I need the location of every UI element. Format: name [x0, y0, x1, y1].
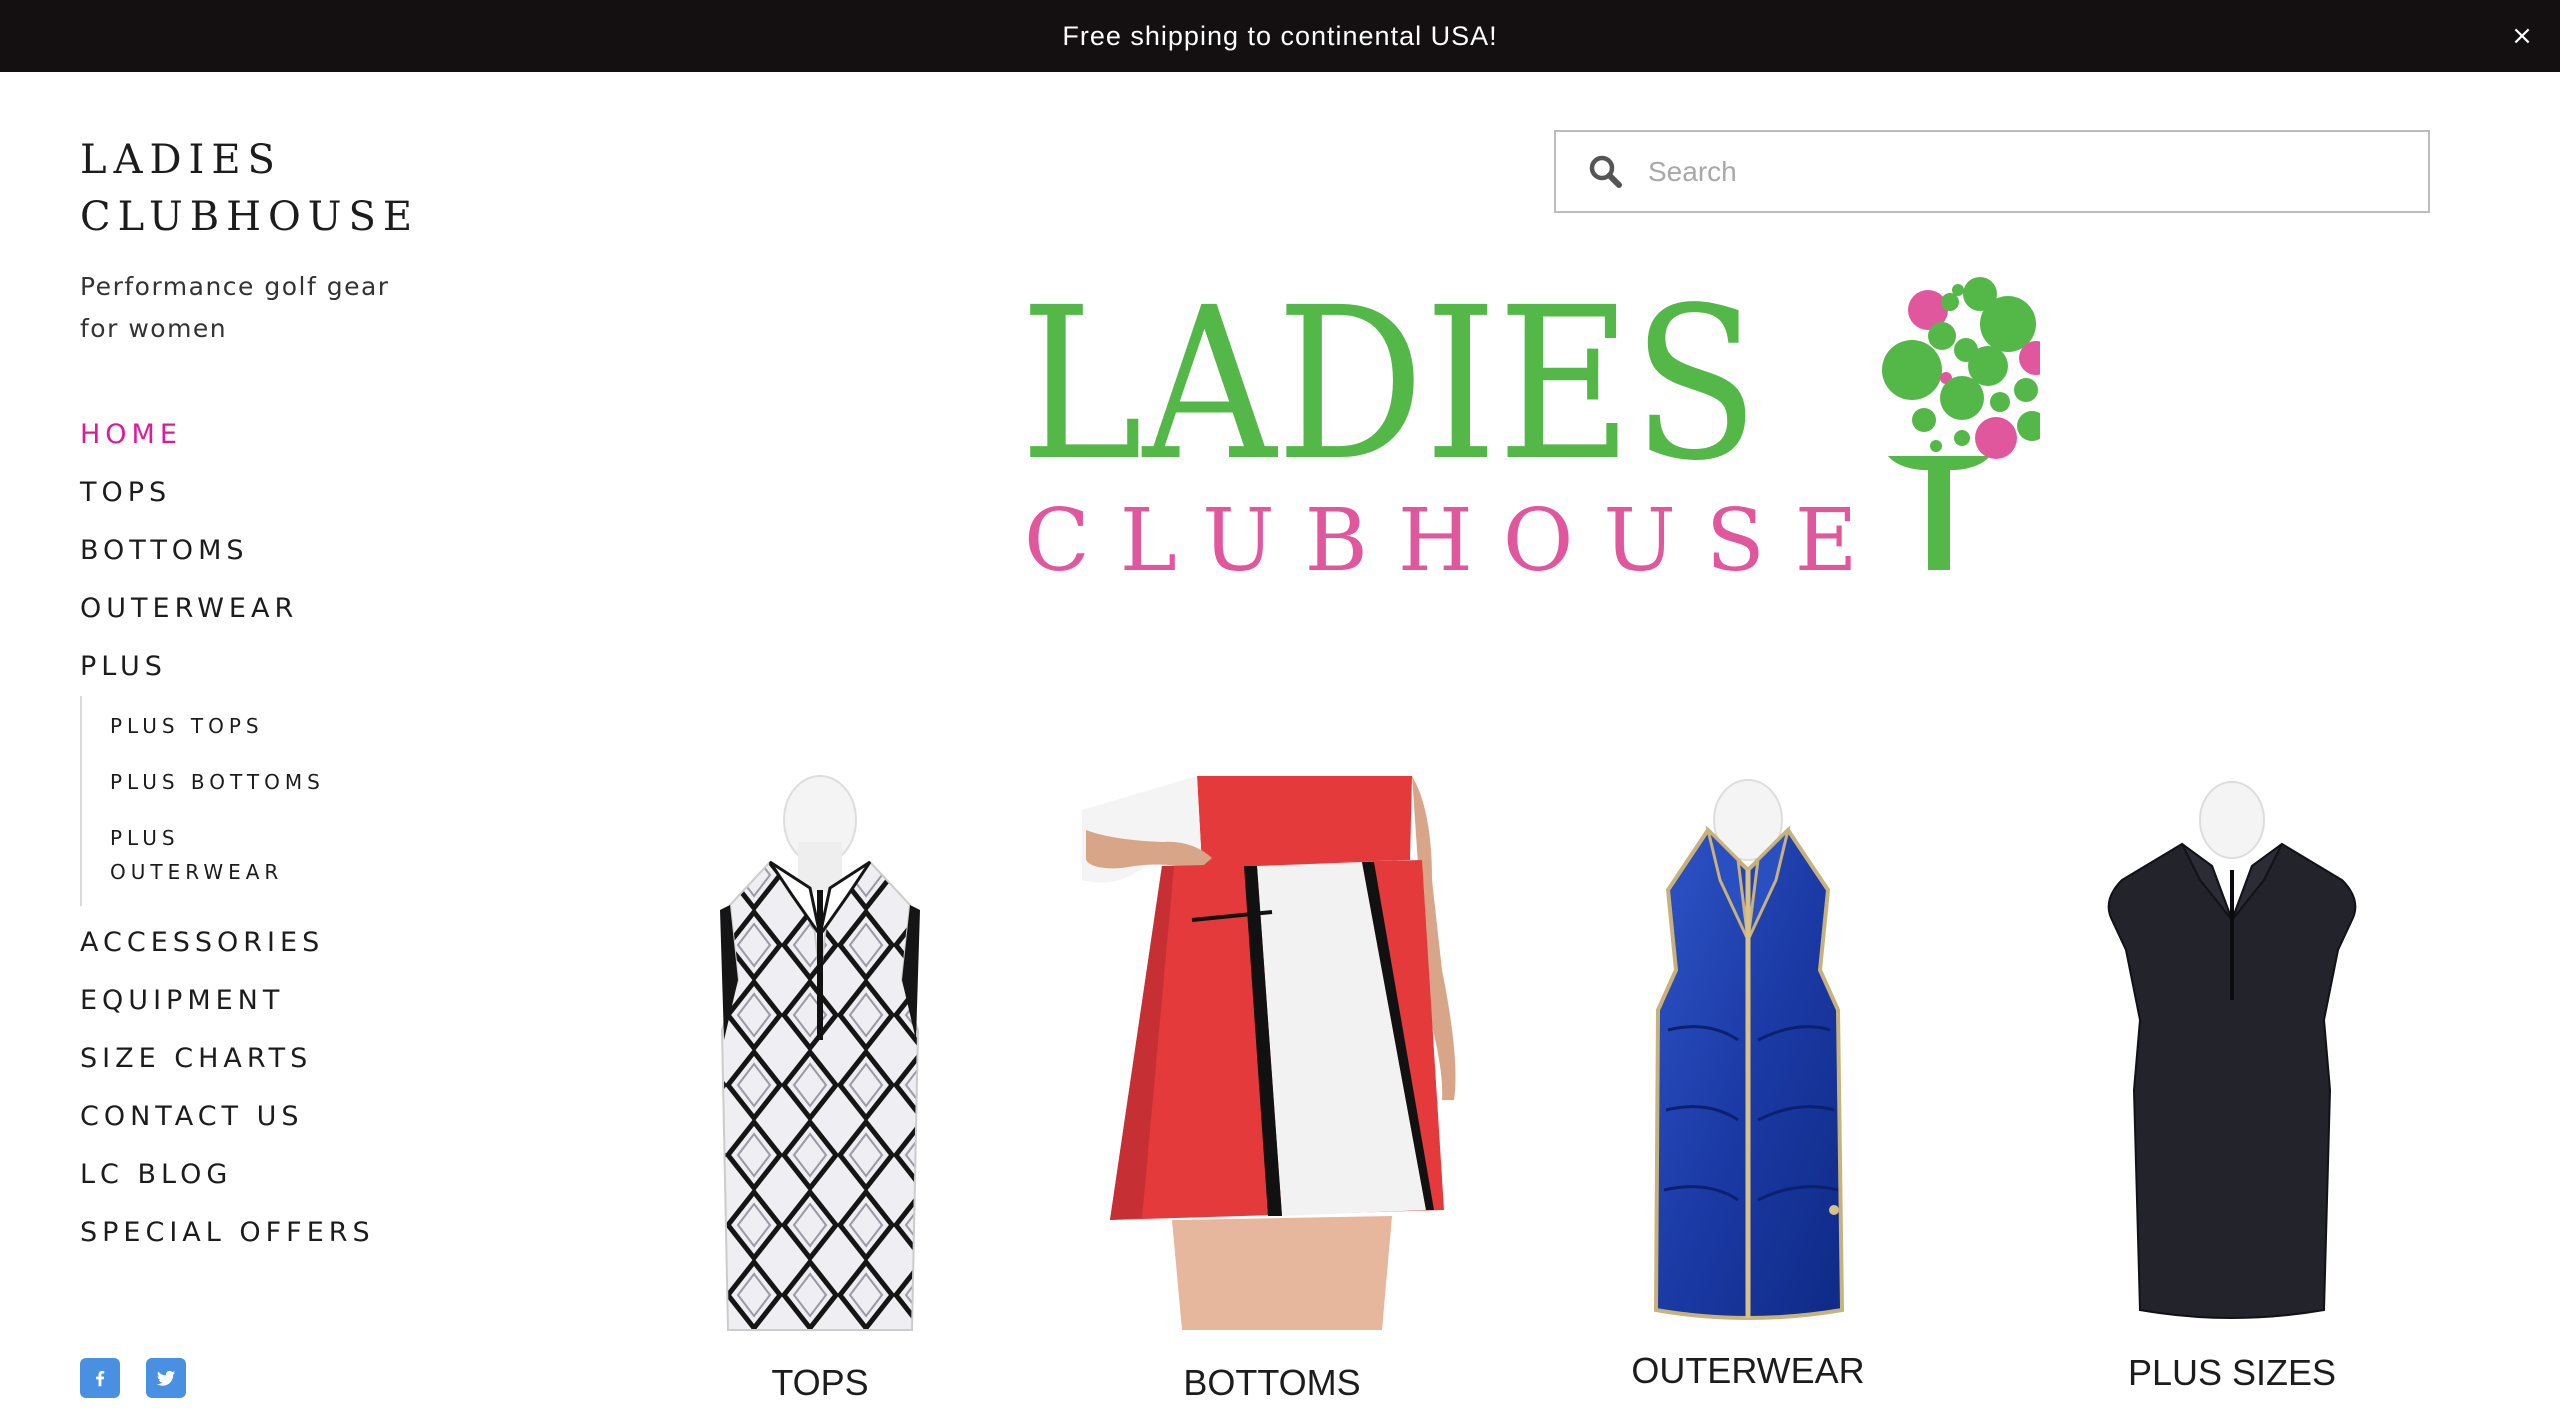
logo-word-ladies: LADIES: [1020, 262, 1759, 507]
announcement-text: Free shipping to continental USA!: [1062, 20, 1498, 51]
subnav-item-plus-tops[interactable]: PLUS TOPS: [110, 698, 480, 754]
subnav-item-plus-outerwear[interactable]: PLUS OUTERWEAR: [110, 810, 480, 900]
nav-item-home[interactable]: HOME: [80, 406, 480, 464]
nav-item-outerwear[interactable]: OUTERWEAR: [80, 580, 480, 638]
site-title-line1: LADIES: [80, 137, 282, 183]
blue-vest-image: [1653, 779, 1845, 1320]
nav-item-equipment[interactable]: EQUIPMENT: [80, 972, 480, 1030]
site-title[interactable]: LADIES CLUBHOUSE: [80, 132, 419, 246]
site-tagline: Performance golf gear for women: [80, 272, 390, 343]
social-links: [80, 1358, 186, 1398]
subnav-label-line1: PLUS: [110, 826, 180, 850]
nav-item-size-charts[interactable]: SIZE CHARTS: [80, 1030, 480, 1088]
announcement-bar: Free shipping to continental USA! ×: [0, 0, 2560, 72]
nav-item-tops[interactable]: TOPS: [80, 464, 480, 522]
golf-tee-bubble-icon: [1882, 277, 2040, 570]
navy-polo-image: [2107, 781, 2357, 1319]
subnav-label-line2: OUTERWEAR: [110, 860, 284, 884]
nav-item-accessories[interactable]: ACCESSORIES: [80, 914, 480, 972]
search-icon: [1589, 155, 1622, 188]
category-label-tops[interactable]: TOPS: [670, 1362, 970, 1404]
sleeveless-argyle-top-image: [720, 775, 920, 1331]
search-input[interactable]: [1648, 141, 2408, 202]
nav-item-special-offers[interactable]: SPECIAL OFFERS: [80, 1204, 480, 1262]
category-grid: TOPS BOTTOMS OUTERWEAR PLUS SIZES: [620, 770, 2520, 1410]
close-icon[interactable]: ×: [2506, 20, 2538, 52]
category-label-plus-sizes[interactable]: PLUS SIZES: [2082, 1352, 2382, 1394]
subnav-item-plus-bottoms[interactable]: PLUS BOTTOMS: [110, 754, 480, 810]
plus-subnav: PLUS TOPS PLUS BOTTOMS PLUS OUTERWEAR: [80, 696, 480, 906]
facebook-icon[interactable]: [80, 1358, 120, 1398]
sidebar: LADIES CLUBHOUSE Performance golf gear f…: [80, 72, 500, 1410]
main-nav: HOME TOPS BOTTOMS OUTERWEAR PLUS PLUS TO…: [80, 406, 480, 1262]
search-box[interactable]: [1554, 130, 2430, 213]
category-label-outerwear[interactable]: OUTERWEAR: [1598, 1350, 1898, 1392]
red-white-skort-image: [1082, 776, 1456, 1330]
logo-word-clubhouse: CLUBHOUSE: [1024, 491, 1888, 591]
nav-item-plus[interactable]: PLUS: [80, 638, 480, 696]
category-label-bottoms[interactable]: BOTTOMS: [1122, 1362, 1422, 1404]
twitter-icon[interactable]: [146, 1358, 186, 1398]
hero-logo: LADIES CLUBHOUSE: [1020, 270, 2040, 590]
nav-item-lc-blog[interactable]: LC BLOG: [80, 1146, 480, 1204]
nav-item-contact-us[interactable]: CONTACT US: [80, 1088, 480, 1146]
site-title-line2: CLUBHOUSE: [80, 194, 420, 240]
nav-item-bottoms[interactable]: BOTTOMS: [80, 522, 480, 580]
